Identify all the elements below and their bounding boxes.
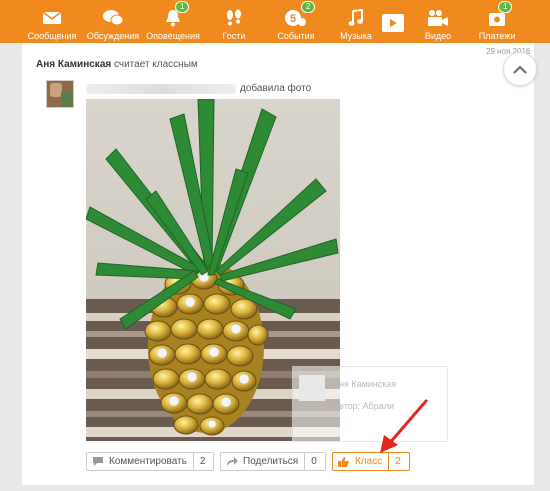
nav-video[interactable]: Видео	[420, 0, 456, 43]
nav-events[interactable]: 5 2 События	[270, 0, 322, 43]
liker-line: Аня Каминская считает классным	[36, 59, 198, 70]
nav-label: Платежи	[478, 31, 516, 41]
class-count: 2	[388, 453, 407, 470]
footprints-icon	[225, 7, 243, 29]
chat-bubbles-icon	[102, 7, 124, 29]
events-badge: 2	[301, 1, 316, 13]
payments-icon: 1	[487, 1, 513, 29]
events-icon: 5 2	[285, 1, 316, 29]
nav-guests[interactable]: Гости	[214, 0, 254, 43]
scroll-up-button[interactable]	[503, 52, 537, 86]
red-pointer-arrow	[380, 399, 428, 453]
envelope-icon	[42, 7, 62, 29]
ghost-name: Аня Каминская	[333, 379, 397, 389]
share-label: Поделиться	[243, 456, 299, 467]
chevron-up-icon	[513, 65, 527, 74]
post-action-text: добавила фото	[240, 83, 312, 94]
nav-label: Гости	[222, 31, 246, 41]
author-name-blurred[interactable]	[86, 84, 236, 94]
liker-name-link[interactable]: Аня Каминская	[36, 59, 111, 70]
nav-messages[interactable]: Сообщения	[27, 0, 77, 43]
play-overlay-icon[interactable]	[382, 14, 404, 32]
payments-badge: 1	[498, 1, 513, 13]
thumbs-up-icon	[338, 456, 352, 467]
events-number: 5	[290, 13, 296, 25]
video-camera-icon	[427, 7, 449, 29]
bell-icon: 1	[165, 1, 190, 29]
nav-discussions[interactable]: Обсуждения	[85, 0, 141, 43]
nav-music[interactable]: Музыка	[336, 0, 376, 43]
notification-badge: 1	[175, 1, 190, 13]
comment-label: Комментировать	[109, 456, 187, 467]
nav-label: Видео	[424, 31, 452, 41]
nav-label: Оповещения	[146, 31, 200, 41]
music-note-icon	[348, 7, 364, 29]
share-count: 0	[304, 453, 323, 470]
left-gutter	[0, 43, 22, 491]
nav-label: Музыка	[340, 31, 372, 41]
share-button[interactable]: Поделиться 0	[220, 452, 326, 471]
top-navigation-bar: Сообщения Обсуждения 1 Оповещения Гости …	[0, 0, 550, 43]
nav-payments[interactable]: 1 Платежи	[476, 0, 518, 43]
nav-label: Обсуждения	[86, 31, 140, 41]
nav-label: События	[277, 31, 315, 41]
ghost-avatar	[299, 375, 325, 401]
liker-action: считает классным	[114, 59, 198, 70]
nav-notifications[interactable]: 1 Оповещения	[145, 0, 201, 43]
author-avatar[interactable]	[46, 80, 74, 108]
comment-button[interactable]: Комментировать 2	[86, 452, 214, 471]
share-arrow-icon	[226, 456, 240, 467]
class-label: Класс	[355, 456, 383, 467]
speech-bubble-icon	[92, 456, 106, 467]
nav-label: Сообщения	[27, 31, 77, 41]
comment-count: 2	[192, 453, 212, 470]
right-gutter	[534, 43, 550, 491]
